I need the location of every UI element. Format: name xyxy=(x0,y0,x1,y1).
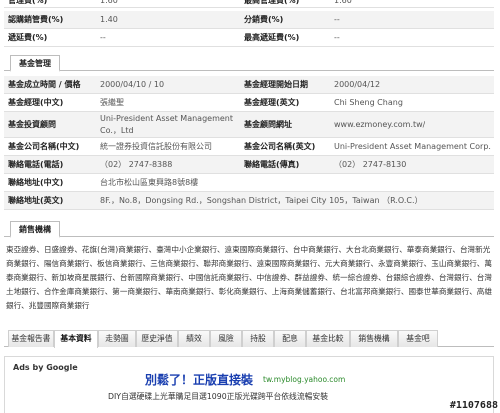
ad-description: DIY自選硬碟上光華購足目選1090正版光碟跨平台依线流暢安裝 xyxy=(108,392,329,401)
mgmt-row-company: 基金公司名稱(中文) 統一證券投資信託股份有限公司 基金公司名稱(英文) Uni… xyxy=(4,138,494,156)
section-title-sales: 銷售機構 xyxy=(10,221,60,238)
tab-8[interactable]: 基金比較 xyxy=(306,330,350,347)
mgmt-label: 基金公司名稱(英文) xyxy=(244,142,316,151)
tab-0[interactable]: 基金報告書 xyxy=(8,330,54,347)
mgmt-label: 基金經理開始日期 xyxy=(244,80,308,89)
fee-value: 1.60 xyxy=(100,0,118,5)
fee-label: 管理費(%) xyxy=(8,0,48,5)
fee-value: 1.40 xyxy=(100,15,118,24)
mgmt-value: （02） 2747-8388 xyxy=(100,160,173,169)
mgmt-value: Co.，Ltd xyxy=(100,126,134,135)
image-watermark: #1107688 xyxy=(449,400,498,411)
mgmt-label: 聯絡電話(傳真) xyxy=(244,160,300,169)
tab-5[interactable]: 風險 xyxy=(210,330,242,347)
mgmt-value: Uni-President Asset Management xyxy=(100,114,234,123)
mgmt-value: 統一證券投資信託股份有限公司 xyxy=(100,142,212,151)
mgmt-label: 基金成立時間 / 價格 xyxy=(8,80,81,89)
fee-label: 分銷費(%) xyxy=(244,15,284,24)
mgmt-label: 基金經理(中文) xyxy=(8,98,64,107)
mgmt-value: 2000/04/10 / 10 xyxy=(100,80,165,89)
tab-9[interactable]: 銷售機構 xyxy=(350,330,398,347)
mgmt-row-advisor: 基金投資顧問 Uni-President Asset Management Co… xyxy=(4,112,494,138)
mgmt-row-inception: 基金成立時間 / 價格 2000/04/10 / 10 基金經理開始日期 200… xyxy=(4,76,494,94)
mgmt-value: 台北市松山區東興路8號8樓 xyxy=(100,178,199,187)
section-divider xyxy=(4,70,494,71)
fee-row-management: 管理費(%) 1.60 最高管理費(%) 1.60 xyxy=(4,0,494,8)
fee-value: 1.60 xyxy=(334,0,352,5)
mgmt-label: 基金經理(英文) xyxy=(244,98,300,107)
fee-value: -- xyxy=(334,15,340,24)
mgmt-row-address-zh: 聯絡地址(中文) 台北市松山區東興路8號8樓 xyxy=(4,174,494,192)
mgmt-value: 2000/04/12 xyxy=(334,80,381,89)
fee-value: -- xyxy=(334,33,340,42)
mgmt-value: （02） 2747-8130 xyxy=(334,160,407,169)
section-title-management: 基金管理 xyxy=(10,55,60,72)
fund-tab-bar: 基金報告書 基本資料 走勢圖 歷史淨值 績效 風險 持股 配息 基金比較 銷售機構 基金吧 xyxy=(4,330,494,348)
tab-4[interactable]: 績效 xyxy=(178,330,210,347)
mgmt-label: 聯絡電話(電話) xyxy=(8,160,64,169)
mgmt-row-manager: 基金經理(中文) 張繼聖 基金經理(英文) Chi Sheng Chang xyxy=(4,94,494,112)
mgmt-value: Uni-President Asset Management Corp. xyxy=(334,142,491,151)
fee-row-subscription: 認購銷管費(%) 1.40 分銷費(%) -- xyxy=(4,11,494,29)
ads-by-google-label: Ads by Google xyxy=(13,363,78,372)
tab-3[interactable]: 歷史淨值 xyxy=(136,330,178,347)
ad-panel: Ads by Google 別鬆了！正版直接裝 tw.myblog.yahoo.… xyxy=(4,356,494,413)
mgmt-value: Chi Sheng Chang xyxy=(334,98,403,107)
mgmt-label: 聯絡地址(英文) xyxy=(8,196,64,205)
ad-url-link[interactable]: tw.myblog.yahoo.com xyxy=(263,375,345,384)
mgmt-row-phone: 聯絡電話(電話) （02） 2747-8388 聯絡電話(傳真) （02） 27… xyxy=(4,156,494,174)
fee-row-deferred: 遞延費(%) -- 最高遞延費(%) -- xyxy=(4,29,494,47)
tab-2[interactable]: 走勢圖 xyxy=(98,330,136,347)
tab-6[interactable]: 持股 xyxy=(242,330,274,347)
tab-10[interactable]: 基金吧 xyxy=(398,330,438,347)
mgmt-row-address-en: 聯絡地址(英文) 8F.，No.8，Dongsing Rd.，Songshan … xyxy=(4,192,494,210)
fee-value: -- xyxy=(100,33,106,42)
mgmt-label: 聯絡地址(中文) xyxy=(8,178,64,187)
tab-1[interactable]: 基本資料 xyxy=(54,330,98,348)
advisor-url-link[interactable]: www.ezmoney.com.tw/ xyxy=(334,112,425,138)
tab-7[interactable]: 配息 xyxy=(274,330,306,347)
mgmt-label: 基金投資顧問 xyxy=(8,120,56,129)
mgmt-label: 基金顧問網址 xyxy=(244,120,292,129)
sales-institution-list: 東亞證券、日盛證券、花旗(台灣)商業銀行、臺灣中小企業銀行、遠東國際商業銀行、台… xyxy=(6,245,492,310)
fee-label: 最高遞延費(%) xyxy=(244,33,300,42)
mgmt-value: 8F.，No.8，Dongsing Rd.，Songshan District，… xyxy=(100,196,423,205)
section-divider xyxy=(4,236,494,237)
mgmt-label: 基金公司名稱(中文) xyxy=(8,142,80,151)
fee-label: 最高管理費(%) xyxy=(244,0,300,5)
mgmt-value: 張繼聖 xyxy=(100,98,124,107)
ad-title-link[interactable]: 別鬆了！正版直接裝 xyxy=(145,371,253,388)
fee-label: 認購銷管費(%) xyxy=(8,15,64,24)
fee-label: 遞延費(%) xyxy=(8,33,48,42)
